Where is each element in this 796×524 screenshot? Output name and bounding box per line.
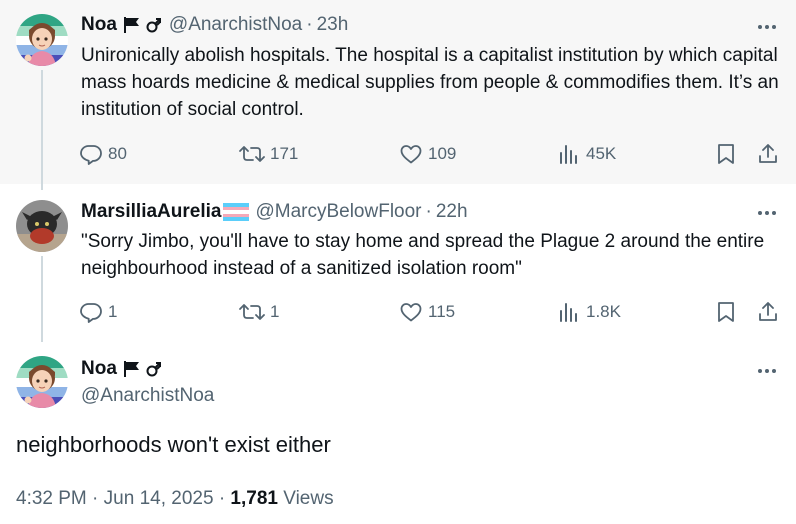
reply-button[interactable]: 1 bbox=[78, 298, 117, 326]
post-time[interactable]: 22h bbox=[436, 201, 468, 223]
avatar[interactable] bbox=[16, 200, 68, 252]
post-time[interactable]: 23h bbox=[317, 14, 349, 36]
repost-icon bbox=[239, 304, 265, 320]
tweet-header: MarsilliaAurelia @MarcyBelowFloor · 22h bbox=[81, 201, 468, 223]
views-button[interactable]: 1.8K bbox=[556, 298, 621, 326]
main-author-row: Noa bbox=[81, 358, 163, 380]
separator-dot: · bbox=[92, 488, 99, 509]
repost-button[interactable]: 1 bbox=[238, 298, 279, 326]
heart-icon bbox=[400, 303, 422, 322]
author-name[interactable]: Noa bbox=[81, 358, 117, 380]
reply-button[interactable]: 80 bbox=[78, 140, 127, 168]
post-text: neighborhoods won't exist either bbox=[16, 432, 331, 457]
thread-connector bbox=[41, 70, 43, 190]
main-post: Noa @AnarchistNoa neighborhoods won't ex… bbox=[0, 342, 796, 524]
tweet-actions: 80 171 109 45K bbox=[78, 140, 786, 168]
author-handle[interactable]: @AnarchistNoa bbox=[81, 385, 214, 407]
separator-dot: · bbox=[306, 14, 313, 35]
tweet-header: Noa @AnarchistNoa · 23h bbox=[81, 14, 348, 36]
tweet-actions: 1 1 115 1.8K bbox=[78, 298, 786, 326]
bookmark-button[interactable] bbox=[714, 298, 742, 326]
views-count: 1.8K bbox=[586, 302, 621, 321]
transgender-flag-icon bbox=[223, 203, 250, 221]
separator-dot: · bbox=[218, 488, 226, 509]
more-options-icon[interactable] bbox=[756, 16, 778, 38]
thread-tweet-1[interactable]: Noa @AnarchistNoa · 23h Unironically abo… bbox=[0, 0, 796, 184]
repost-button[interactable]: 171 bbox=[238, 140, 298, 168]
bookmark-button[interactable] bbox=[714, 140, 742, 168]
post-time[interactable]: 4:32 PM bbox=[16, 488, 87, 509]
gender-symbol-icon bbox=[145, 16, 163, 34]
share-button[interactable] bbox=[756, 298, 784, 326]
share-button[interactable] bbox=[756, 140, 784, 168]
share-icon bbox=[759, 302, 777, 321]
repost-icon bbox=[239, 146, 265, 162]
avatar[interactable] bbox=[16, 356, 68, 408]
tweet-text: "Sorry Jimbo, you'll have to stay home a… bbox=[81, 231, 765, 279]
bookmark-icon bbox=[718, 144, 734, 164]
author-name[interactable]: Noa bbox=[81, 14, 117, 36]
black-flag-icon bbox=[123, 360, 143, 378]
views-button[interactable]: 45K bbox=[556, 140, 616, 168]
author-handle[interactable]: @MarcyBelowFloor bbox=[255, 201, 421, 223]
reply-icon bbox=[80, 303, 102, 323]
views-count: 45K bbox=[586, 144, 617, 163]
views-label: Views bbox=[283, 488, 334, 509]
author-handle[interactable]: @AnarchistNoa bbox=[169, 14, 302, 36]
like-count: 109 bbox=[428, 144, 457, 163]
thread-connector bbox=[41, 256, 43, 348]
like-button[interactable]: 109 bbox=[398, 140, 456, 168]
author-name[interactable]: MarsilliaAurelia bbox=[81, 201, 221, 223]
black-flag-icon bbox=[123, 16, 143, 34]
separator-dot: · bbox=[425, 201, 432, 222]
avatar[interactable] bbox=[16, 14, 68, 66]
heart-icon bbox=[400, 145, 422, 164]
gender-symbol-icon bbox=[145, 360, 163, 378]
more-options-icon[interactable] bbox=[756, 202, 778, 224]
analytics-icon bbox=[560, 145, 577, 164]
post-meta: 4:32 PM · Jun 14, 2025 · 1,781 Views bbox=[16, 488, 334, 510]
post-date[interactable]: Jun 14, 2025 bbox=[104, 488, 214, 509]
bookmark-icon bbox=[718, 302, 734, 322]
share-icon bbox=[759, 144, 777, 163]
analytics-icon bbox=[560, 303, 577, 322]
repost-count: 1 bbox=[270, 302, 280, 321]
tweet-text: Unironically abolish hospitals. The hosp… bbox=[81, 45, 779, 120]
reply-count: 80 bbox=[108, 144, 127, 163]
like-button[interactable]: 115 bbox=[398, 298, 455, 326]
thread-tweet-2[interactable]: MarsilliaAurelia @MarcyBelowFloor · 22h … bbox=[0, 184, 796, 342]
reply-count: 1 bbox=[108, 302, 118, 321]
reply-icon bbox=[80, 145, 102, 165]
like-count: 115 bbox=[428, 302, 456, 321]
repost-count: 171 bbox=[270, 144, 299, 163]
views-count: 1,781 bbox=[230, 488, 278, 509]
more-options-icon[interactable] bbox=[756, 360, 778, 382]
